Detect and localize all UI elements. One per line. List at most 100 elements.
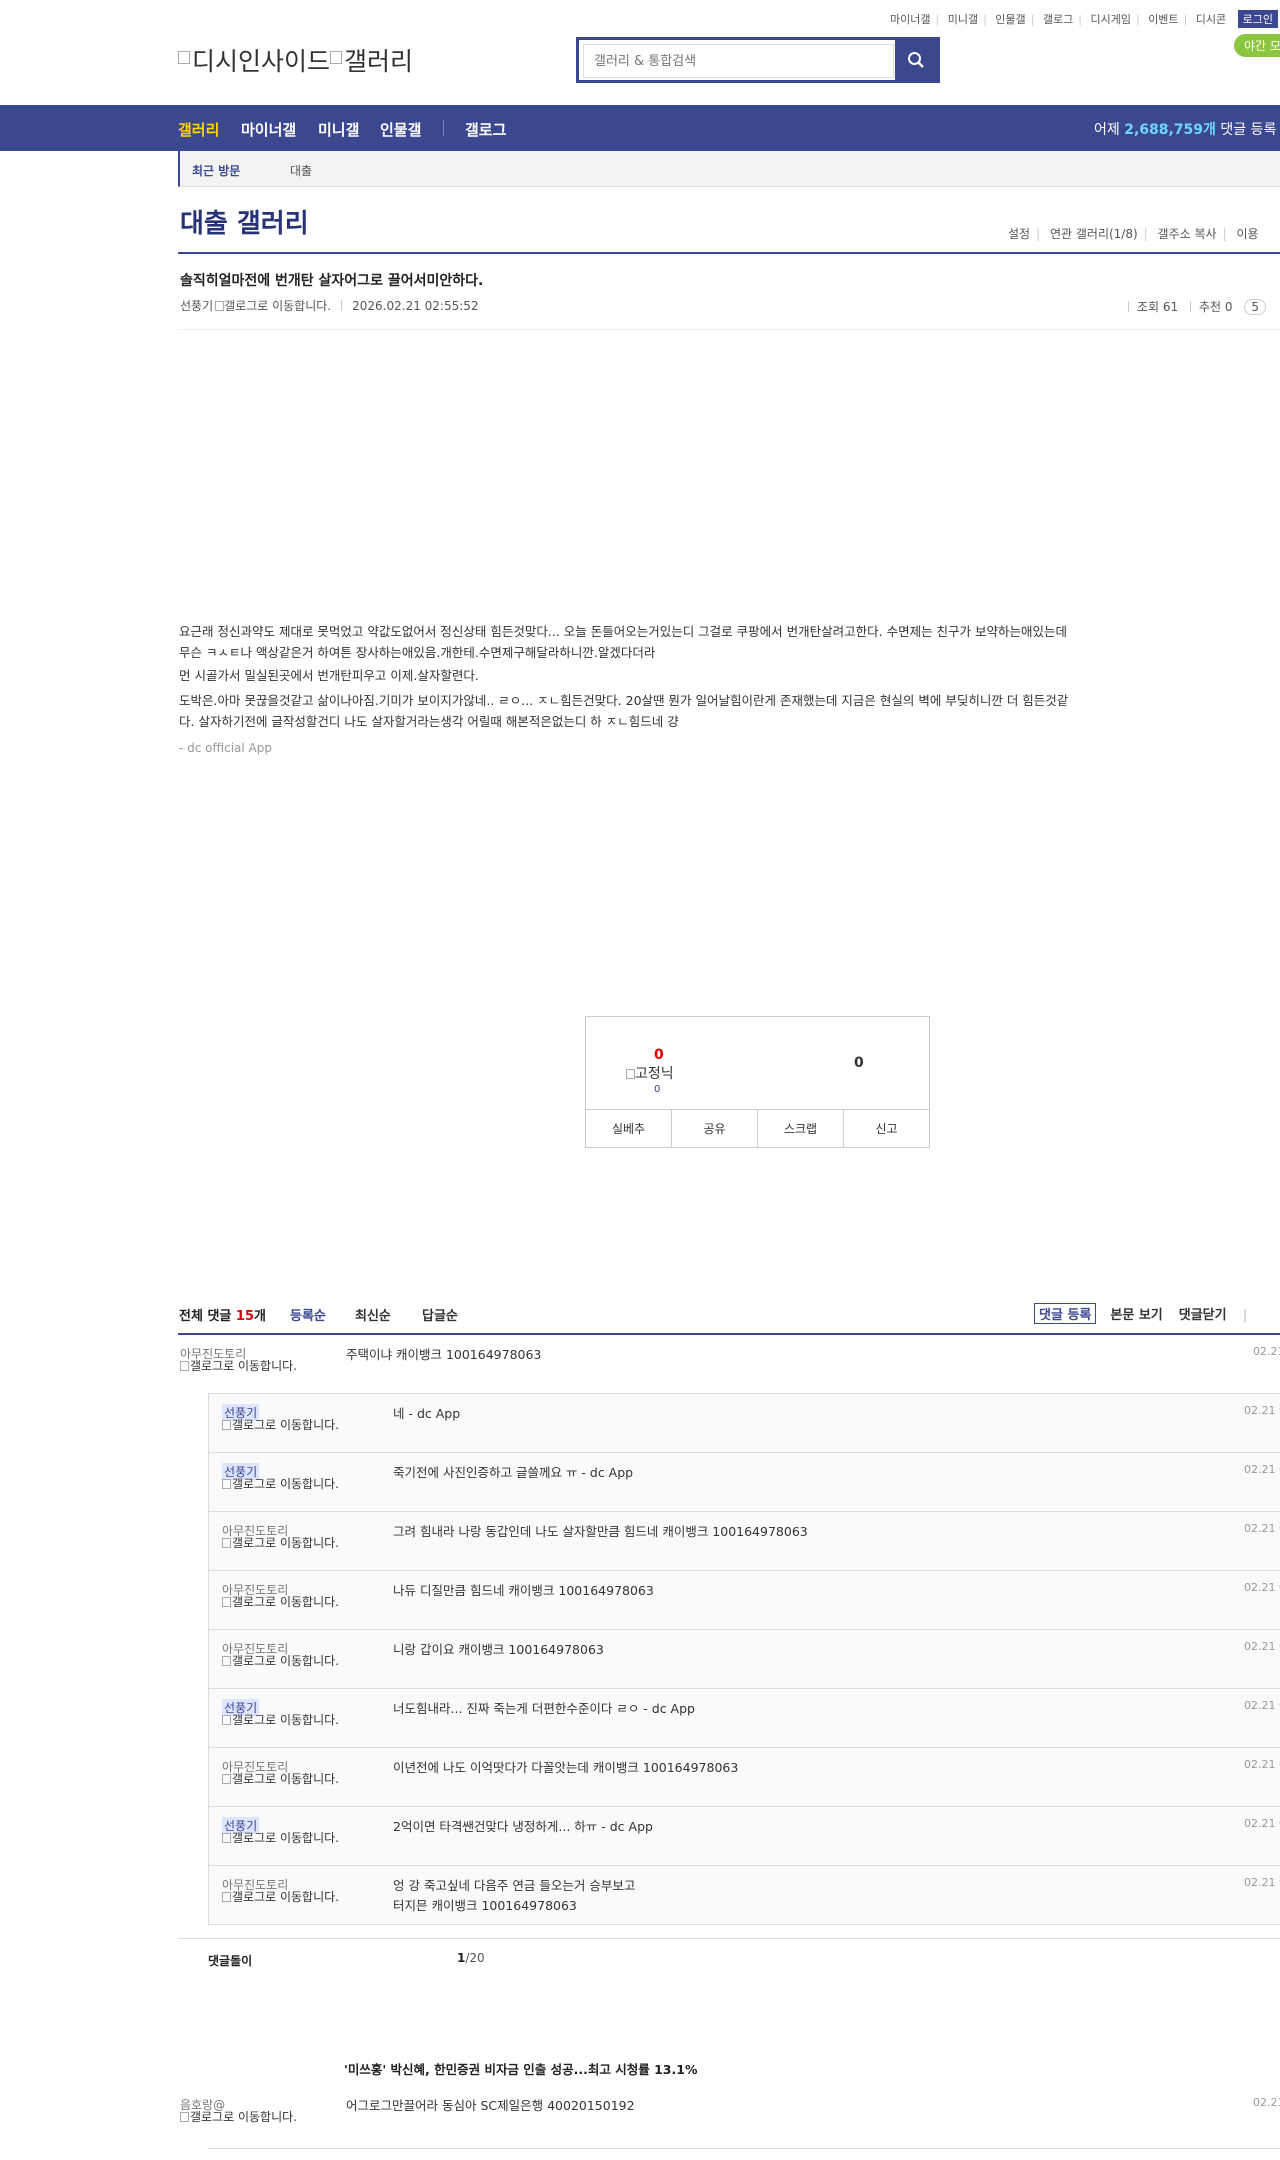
- count-value: 2,688,759개: [1124, 122, 1216, 138]
- reply-date: 02.21 0: [1244, 1522, 1280, 1535]
- reply-gallog-link[interactable]: 갤로그로 이동합니다.: [222, 1891, 352, 1903]
- nav-person[interactable]: 인물갤: [380, 119, 421, 140]
- scrap-button[interactable]: 스크랩: [758, 1110, 844, 1148]
- gallog-alt-text: 갤로그로 이동합니다.: [232, 1536, 339, 1550]
- share-button[interactable]: 공유: [672, 1110, 758, 1148]
- reply-text-line2: 터지믄 캐이뱅크 100164978063: [393, 1898, 577, 1913]
- reply-gallog-link[interactable]: 갤로그로 이동합니다.: [222, 1773, 352, 1785]
- recent-visits-label[interactable]: 최근 방문: [192, 162, 240, 179]
- post-recommend: 추천 0: [1199, 300, 1233, 314]
- reply-gallog-link[interactable]: 갤로그로 이동합니다.: [222, 1478, 352, 1490]
- reply-text: 너도힘내라... 진짜 죽는게 더편한수준이다 ㄹㅇ - dc App: [393, 1701, 695, 1716]
- broken-image-icon: [222, 1774, 231, 1784]
- fixed-nick-recommend[interactable]: 고정닉: [626, 1063, 674, 1083]
- gallery-links: 설정 | 연관 갤러리(1/8) | 갤주소 복사 | 이용: [1008, 227, 1259, 241]
- topmenu-gallog[interactable]: 갤로그: [1043, 11, 1073, 27]
- broken-image-icon: [222, 1538, 231, 1548]
- comment-jump-button[interactable]: 5: [1244, 299, 1266, 315]
- search-box: [576, 37, 940, 83]
- gallog-alt-text: 갤로그로 이동합니다.: [190, 1359, 297, 1373]
- comment-gallog-link[interactable]: 갤로그로 이동합니다.: [180, 2111, 310, 2123]
- broken-image-icon: [222, 1597, 231, 1607]
- topmenu-dccon[interactable]: 디시콘: [1196, 11, 1226, 27]
- view-post-button[interactable]: 본문 보기: [1110, 1308, 1162, 1323]
- topmenu-minor[interactable]: 마이너갤: [890, 11, 930, 27]
- nav-minor[interactable]: 마이너갤: [241, 119, 296, 140]
- post-content-paragraph: 먼 시골가서 밀실된곳에서 번개탄피우고 이제.살자할련다.: [179, 668, 479, 683]
- sort-by-latest[interactable]: 최신순: [355, 1305, 391, 1324]
- usage-link[interactable]: 이용: [1236, 227, 1258, 241]
- post-gallog-link[interactable]: 갤로그로 이동합니다.: [224, 299, 331, 313]
- comment-count-banner: 어제 2,688,759개 댓글 등록: [1094, 119, 1276, 139]
- reply-item: 선풍기 갤로그로 이동합니다. 네 - dc App 02.21 0: [209, 1394, 1280, 1453]
- reply-gallog-link[interactable]: 갤로그로 이동합니다.: [222, 1714, 352, 1726]
- best-recommend-button[interactable]: 실베추: [586, 1110, 672, 1148]
- comment-actions: 댓글 등록 본문 보기 댓글닫기 |: [1034, 1303, 1247, 1324]
- site-logo[interactable]: 디시인사이드 갤러리: [178, 42, 413, 78]
- search-button[interactable]: [895, 40, 937, 80]
- recent-visit-item[interactable]: 대출: [290, 162, 312, 179]
- app-signature: - dc official App: [179, 741, 272, 755]
- reply-gallog-link[interactable]: 갤로그로 이동합니다.: [222, 1655, 352, 1667]
- login-button[interactable]: 로그인: [1237, 10, 1279, 28]
- reply-date: 02.21 0: [1244, 1581, 1280, 1594]
- reply-date: 02.21 0: [1244, 1404, 1280, 1417]
- sort-by-replies[interactable]: 답글순: [422, 1305, 458, 1324]
- comment-bot-label: 댓글돌이: [208, 1954, 253, 1968]
- title-divider: [178, 252, 1280, 254]
- reply-list: 선풍기 갤로그로 이동합니다. 네 - dc App 02.21 0 선풍기 갤…: [208, 1393, 1280, 1925]
- close-comments-button[interactable]: 댓글닫기: [1179, 1308, 1227, 1323]
- reply-date: 02.21 0: [1244, 1876, 1280, 1889]
- paging-total: /20: [465, 1951, 485, 1965]
- recent-visits-bar: 최근 방문 대출: [178, 151, 1280, 187]
- related-gallery-link[interactable]: 연관 갤러리(1/8): [1050, 227, 1138, 241]
- gallog-alt-text: 갤로그로 이동합니다.: [232, 1477, 339, 1491]
- topmenu-game[interactable]: 디시게임: [1090, 11, 1130, 27]
- post-title: 솔직히얼마전에 번개탄 살자어그로 끌어서미안하다.: [180, 273, 484, 289]
- gallog-alt-text: 갤로그로 이동합니다.: [232, 1418, 339, 1432]
- reply-item: 아무진도토리 갤로그로 이동합니다. 엉 강 죽고싶네 다음주 연금 들오는거 …: [209, 1866, 1280, 1925]
- gallery-settings-link[interactable]: 설정: [1008, 227, 1030, 241]
- nav-gallery[interactable]: 갤러리: [178, 119, 219, 140]
- nav-gallog[interactable]: 갤로그: [465, 119, 506, 140]
- broken-image-icon: [222, 1656, 231, 1666]
- reply-item: 선풍기 갤로그로 이동합니다. 2억이면 타격쌘건맞다 냉정하게... 하ㅠ -…: [209, 1807, 1280, 1866]
- nav-mini[interactable]: 미니갤: [318, 119, 359, 140]
- topmenu-person[interactable]: 인물갤: [995, 11, 1025, 27]
- broken-image-icon: [222, 1715, 231, 1725]
- sort-by-registered[interactable]: 등록순: [290, 1305, 326, 1324]
- gallery-title[interactable]: 대출 갤러리: [180, 203, 309, 240]
- reply-gallog-link[interactable]: 갤로그로 이동합니다.: [222, 1537, 352, 1549]
- reply-gallog-link[interactable]: 갤로그로 이동합니다.: [222, 1419, 352, 1431]
- report-button[interactable]: 신고: [844, 1110, 929, 1148]
- broken-image-icon: [178, 51, 190, 64]
- reply-date: 02.21 0: [1244, 1640, 1280, 1653]
- reply-item: 아무진도토리 갤로그로 이동합니다. 니랑 갑이요 캐이뱅크 100164978…: [209, 1630, 1280, 1689]
- logo-site-text: 디시인사이드: [192, 47, 331, 76]
- copy-address-link[interactable]: 갤주소 복사: [1158, 227, 1217, 241]
- comment-write-button[interactable]: 댓글 등록: [1034, 1303, 1097, 1324]
- post-stats: 조회 61 추천 0 5: [1128, 298, 1266, 315]
- comment-text: 주택이냐 캐이뱅크 100164978063: [346, 1347, 542, 1362]
- recommend-box: 0 고정닉 0 0 실베추 공유 스크랩 신고: [585, 1016, 930, 1148]
- fixed-nick-count: 0: [654, 1084, 661, 1095]
- topmenu-event[interactable]: 이벤트: [1148, 11, 1178, 27]
- search-input[interactable]: [583, 44, 894, 78]
- post-content-paragraph: 요근래 정신과약도 제대로 못먹었고 약값도없어서 정신상태 힘든것맞다... …: [179, 624, 1068, 660]
- broken-image-icon: [222, 1833, 231, 1843]
- news-headline[interactable]: '미쓰홍' 박신혜, 한민증권 비자금 인출 성공...최고 시청률 13.1%: [344, 2059, 697, 2078]
- comment-gallog-link[interactable]: 갤로그로 이동합니다.: [180, 1360, 310, 1372]
- reply-item: 선풍기 갤로그로 이동합니다. 죽기전에 사진인증하고 글쓸께요 ㅠ - dc …: [209, 1453, 1280, 1512]
- reply-gallog-link[interactable]: 갤로그로 이동합니다.: [222, 1832, 352, 1844]
- gallog-alt-text: 갤로그로 이동합니다.: [232, 1713, 339, 1727]
- post-author[interactable]: 선풍기: [180, 299, 213, 313]
- comment-total-count: 15: [235, 1309, 254, 1324]
- reply-gallog-link[interactable]: 갤로그로 이동합니다.: [222, 1596, 352, 1608]
- night-mode-toggle[interactable]: 야간 모: [1234, 34, 1280, 57]
- gallog-alt-text: 갤로그로 이동합니다.: [232, 1595, 339, 1609]
- gallog-alt-text: 갤로그로 이동합니다.: [232, 1654, 339, 1668]
- recommend-actions: 실베추 공유 스크랩 신고: [586, 1109, 929, 1148]
- comment-item: 음호랑@ 갤로그로 이동합니다. 어그로그만끌어라 동심아 SC제일은행 400…: [178, 2086, 1280, 2148]
- topmenu-mini[interactable]: 미니갤: [948, 11, 978, 27]
- post-date: 2026.02.21 02:55:52: [352, 299, 479, 313]
